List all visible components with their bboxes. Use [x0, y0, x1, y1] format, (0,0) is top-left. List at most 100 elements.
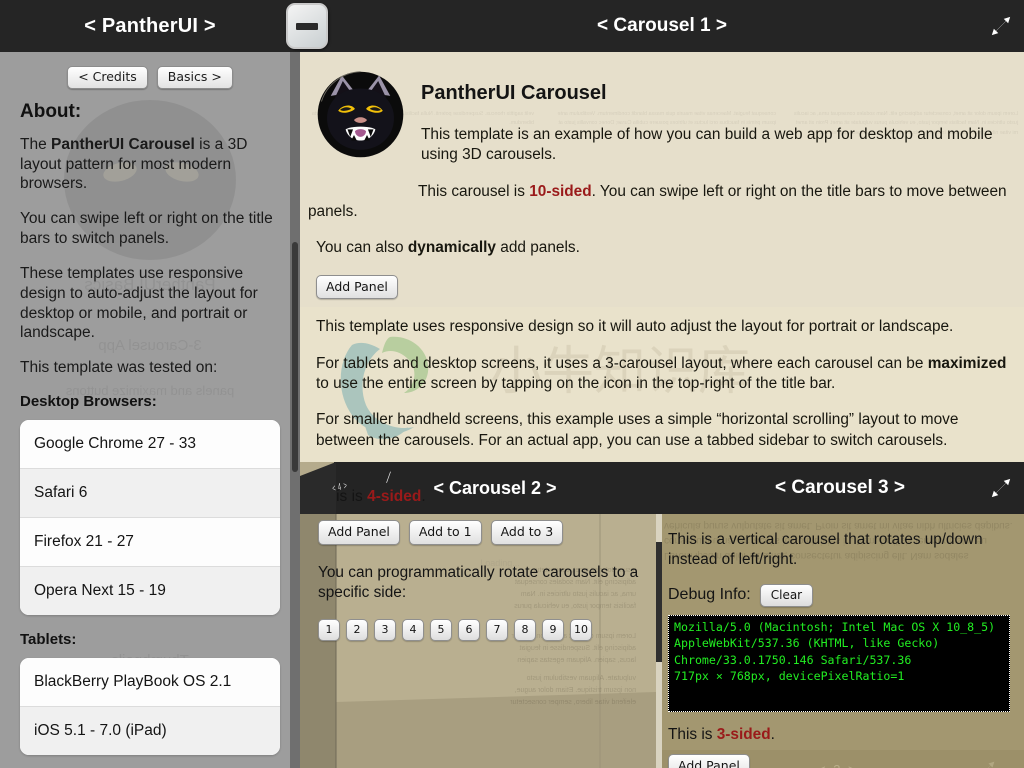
carousel2-content: This is 4-sided. Add Panel Add to 1 Add … [300, 462, 656, 641]
carousel3-scrollbar-thumb[interactable] [656, 542, 662, 662]
sidebar-nav: < Credits Basics > [10, 66, 290, 89]
p5-pre: For tablets and desktop screens, it uses… [316, 354, 928, 372]
about-paragraph-4: This template was tested on: [20, 359, 218, 377]
svg-text:eleifend vitae libero, semper: eleifend vitae libero, semper consectetu… [510, 699, 636, 706]
credits-button[interactable]: < Credits [67, 66, 148, 89]
p3-bold: dynamically [407, 239, 496, 257]
app-root: < PantherUI > PantherUI Basics 3-Carouse… [0, 0, 1024, 768]
carousel2-panel: ipsum dolor sit amet, consectetur adipis… [300, 462, 656, 768]
about-paragraph-1: The PantherUI Carousel is a 3D layout pa… [20, 135, 286, 194]
carousel2-button-row: Add Panel Add to 1 Add to 3 [318, 520, 656, 545]
about-heading: About: [20, 100, 82, 122]
add-panel-button[interactable]: Add Panel [316, 274, 398, 300]
carousel1-paragraph-2: This carousel is 10-sided. You can swipe… [308, 182, 1012, 223]
minimize-bar-glyph [296, 22, 318, 30]
add-to-3-button[interactable]: Add to 3 [490, 520, 564, 545]
sidebar-scrollbar-thumb[interactable] [292, 242, 298, 472]
side-number-button[interactable]: 2 [346, 618, 368, 641]
tablets-heading: Tablets: [20, 631, 77, 649]
c2-sided-count: 4-sided [367, 488, 422, 505]
carousel1-heading: PantherUI Carousel [421, 82, 607, 104]
carousel3-footer: < 3 > Add Panel [656, 749, 1024, 768]
minimize-sidebar-icon[interactable] [286, 3, 328, 49]
list-item[interactable]: Firefox 21 - 27 [20, 518, 280, 568]
p2-pre: This carousel is [418, 182, 530, 200]
c3-sided-pre: This is [668, 725, 717, 743]
carousel1-content: PantherUI Carousel This template is an e… [308, 68, 1012, 451]
carousel1-titlebar[interactable]: < Carousel 1 > [300, 0, 1024, 52]
carousel3-panel: < Carousel 3 > Lorem ipsum dolor sit ame… [656, 462, 1024, 768]
side-number-button[interactable]: 1 [318, 618, 340, 641]
list-item[interactable]: Opera Next 15 - 19 [20, 567, 280, 616]
expand-diagonal-icon[interactable] [990, 15, 1012, 37]
basics-button[interactable]: Basics > [156, 66, 233, 89]
list-item[interactable]: BlackBerry PlayBook OS 2.1 [20, 658, 280, 708]
carousel1-paragraph-5: For tablets and desktop screens, it uses… [316, 354, 1012, 395]
carousel3-side-label: < 3 > [818, 762, 858, 768]
side-number-button[interactable]: 7 [486, 618, 508, 641]
list-item[interactable]: Safari 6 [20, 469, 280, 519]
list-item[interactable]: iOS 5.1 - 7.0 (iPad) [20, 707, 280, 756]
carousel3-scrollbar[interactable] [656, 514, 662, 768]
c3-sided-post: . [770, 725, 775, 743]
sidebar: < PantherUI > PantherUI Basics 3-Carouse… [0, 0, 300, 768]
side-number-button[interactable]: 3 [374, 618, 396, 641]
side-number-button[interactable]: 4 [402, 618, 424, 641]
about-paragraph-3: These templates use responsive design to… [20, 264, 258, 342]
carousel1-panel: Lorem ipsum dolor sit amet, consectetur … [300, 52, 1024, 462]
carousel3-intro: This is a vertical carousel that rotates… [668, 531, 983, 568]
tablets-list: BlackBerry PlayBook OS 2.1 iOS 5.1 - 7.0… [20, 658, 280, 756]
collapse-diagonal-icon [987, 761, 995, 768]
sidebar-body: < Credits Basics > About: The PantherUI … [0, 52, 300, 768]
carousel1-paragraph-6: For smaller handheld screens, this examp… [316, 411, 959, 449]
add-panel-button[interactable]: Add Panel [318, 520, 400, 545]
add-to-1-button[interactable]: Add to 1 [408, 520, 482, 545]
side-number-button[interactable]: 6 [458, 618, 480, 641]
carousel1-header: PantherUI Carousel This template is an e… [308, 68, 1012, 182]
c3-sided-count: 3-sided [716, 725, 771, 743]
carousel3-titlebar[interactable]: < Carousel 3 > [656, 462, 1024, 514]
para1-pre: The [20, 135, 52, 153]
side-number-button[interactable]: 10 [570, 618, 592, 641]
clear-button[interactable]: Clear [759, 583, 814, 607]
sidebar-titlebar[interactable]: < PantherUI > [0, 0, 300, 52]
debug-console-output: Mozilla/5.0 (Macintosh; Intel Mac OS X 1… [668, 614, 1010, 712]
p3-pre: You can also [316, 239, 408, 257]
list-item[interactable]: Google Chrome 27 - 33 [20, 420, 280, 470]
about-paragraph-2: You can swipe left or right on the title… [20, 210, 273, 248]
side-number-button[interactable]: 5 [430, 618, 452, 641]
add-panel-button[interactable]: Add Panel [668, 753, 750, 768]
carousel-stack: < Carousel 1 > Lorem ipsum dolor sit ame… [286, 0, 1024, 768]
sidebar-scrollbar[interactable] [290, 52, 300, 768]
carousel1-paragraph-4: This template uses responsive design so … [316, 318, 954, 336]
p2-sided-count: 10-sided [529, 182, 592, 200]
para1-bold: PantherUI Carousel [51, 135, 195, 153]
svg-text:vulputate. Aliquam vestibulum: vulputate. Aliquam vestibulum justo [527, 675, 636, 682]
side-number-button[interactable]: 8 [514, 618, 536, 641]
sidebar-title: < PantherUI > [84, 14, 216, 37]
carousel1-paragraph-1: This template is an example of how you c… [421, 126, 993, 164]
p3-post: add panels. [495, 239, 580, 257]
p5-bold: maximized [927, 354, 1007, 372]
panther-head-logo [317, 71, 404, 158]
svg-text:adipiscing elit. Suspendisse i: adipiscing elit. Suspendisse in feugiat [520, 645, 636, 652]
debug-info-label: Debug Info: [668, 586, 751, 604]
carousel3-content: Lorem ipsum dolor sit amet, consectetur … [656, 514, 1024, 768]
debug-info-row: Debug Info: Clear [668, 583, 1010, 607]
carousel1-title: < Carousel 1 > [597, 15, 727, 36]
carousel2-side-number-row: 1 2 3 4 5 6 7 8 9 10 [318, 618, 656, 641]
carousel3-sided-line: This is 3-sided. [668, 726, 1010, 744]
c2-sided-post: . [421, 488, 426, 505]
p5-post: to use the entire screen by tapping on t… [316, 375, 836, 393]
desktop-browsers-heading: Desktop Browsers: [20, 393, 157, 411]
bottom-carousels: ipsum dolor sit amet, consectetur adipis… [300, 462, 1024, 768]
carousel1-paragraph-3: You can also dynamically add panels. [316, 238, 1012, 258]
svg-text:non ipsum tristique. Etiam dol: non ipsum tristique. Etiam dolor augue, [515, 687, 636, 694]
carousel2-rotate-text: You can programmatically rotate carousel… [318, 563, 639, 601]
carousel3-title: < Carousel 3 > [775, 477, 905, 498]
desktop-browsers-list: Google Chrome 27 - 33 Safari 6 Firefox 2… [20, 420, 280, 616]
p2-post: . You can swipe left or right on the tit… [308, 182, 1007, 220]
side-number-button[interactable]: 9 [542, 618, 564, 641]
svg-text:lacus, sapien. Aliquam egestas: lacus, sapien. Aliquam egestas sapien [517, 657, 636, 664]
expand-diagonal-icon[interactable] [990, 477, 1012, 499]
